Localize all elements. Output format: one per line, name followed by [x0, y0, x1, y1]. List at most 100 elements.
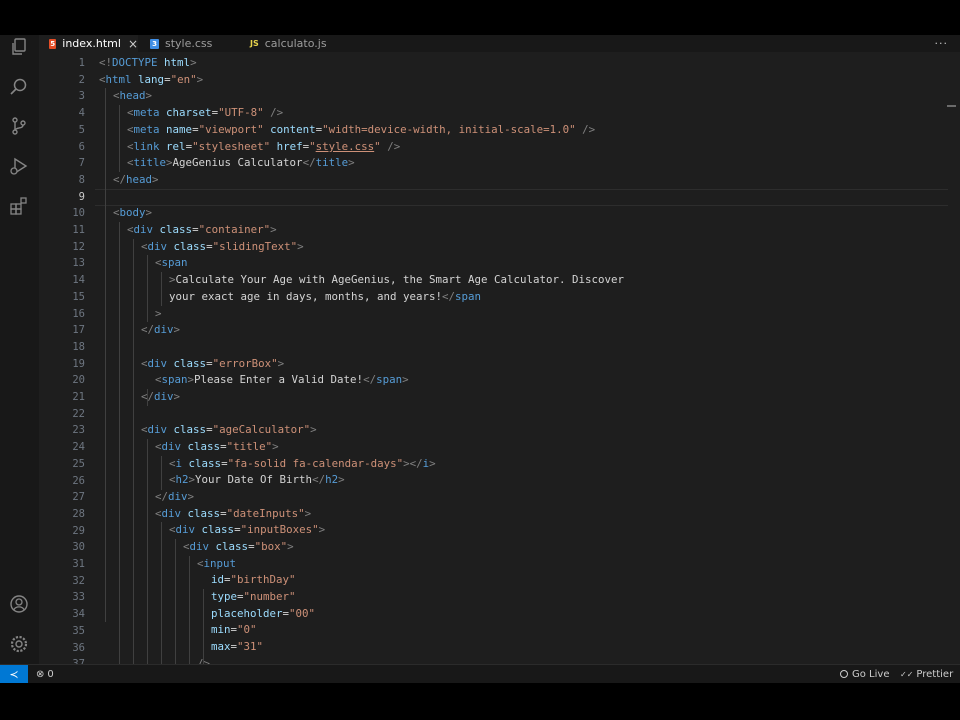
- indent-guide: [147, 255, 148, 322]
- line-number: 23: [72, 424, 85, 437]
- line-number: 32: [72, 574, 85, 587]
- code-line-4[interactable]: <meta charset="UTF-8" />: [127, 105, 283, 122]
- code-line-8[interactable]: </head>: [113, 172, 159, 189]
- code-line-21[interactable]: </div>: [141, 389, 180, 406]
- string: "00": [289, 607, 316, 620]
- close-icon[interactable]: ×: [128, 37, 138, 51]
- tag: div: [175, 523, 196, 536]
- attr: class: [188, 457, 222, 470]
- tab-index-html[interactable]: 5 index.html ×: [39, 35, 138, 52]
- code-line-34[interactable]: placeholder="00": [211, 606, 315, 623]
- code-line-33[interactable]: type="number": [211, 589, 296, 606]
- code-line-23[interactable]: <div class="ageCalculator">: [141, 422, 317, 439]
- remote-indicator-icon[interactable]: ≺: [0, 665, 28, 683]
- string: "UTF-8": [218, 106, 264, 119]
- bracket: >: [287, 540, 294, 553]
- bracket: </: [442, 290, 456, 303]
- code-line-2[interactable]: <html lang="en">: [99, 72, 203, 89]
- code-line-6[interactable]: <link rel="stylesheet" href="style.css" …: [127, 139, 400, 156]
- source-control-icon[interactable]: [9, 116, 29, 136]
- bracket: <!: [99, 56, 113, 69]
- tag: meta: [133, 106, 160, 119]
- string: "birthDay": [230, 573, 296, 586]
- line-number: 9: [78, 190, 85, 203]
- code-line-11[interactable]: <div class="container">: [127, 222, 277, 239]
- scrollbar-marker[interactable]: [947, 105, 956, 107]
- code-line-35[interactable]: min="0": [211, 622, 257, 639]
- code-line-28[interactable]: <div class="dateInputs">: [155, 506, 311, 523]
- code-line-13[interactable]: <span: [155, 255, 188, 272]
- line-number: 29: [72, 524, 85, 537]
- js-file-icon: JS: [250, 39, 259, 48]
- code-line-19[interactable]: <div class="errorBox">: [141, 356, 284, 373]
- string: "en": [170, 73, 197, 86]
- indent-guide: [133, 239, 134, 664]
- code-line-20[interactable]: <span>Please Enter a Valid Date!</span>: [155, 372, 409, 389]
- line-number: 20: [72, 374, 85, 387]
- tag: span: [161, 373, 188, 386]
- bracket: >: [297, 240, 304, 253]
- more-actions-icon[interactable]: ···: [935, 35, 949, 52]
- bracket: />: [380, 140, 401, 153]
- code-line-12[interactable]: <div class="slidingText">: [141, 239, 304, 256]
- line-number: 2: [78, 73, 85, 86]
- code-line-16[interactable]: >: [155, 306, 162, 323]
- line-number: 28: [72, 507, 85, 520]
- code-line-5[interactable]: <meta name="viewport" content="width=dev…: [127, 122, 595, 139]
- line-number: 12: [72, 240, 85, 253]
- code-line-32[interactable]: id="birthDay": [211, 572, 296, 589]
- search-icon[interactable]: [9, 77, 29, 97]
- code-line-26[interactable]: <h2>Your Date Of Birth</h2>: [169, 472, 345, 489]
- tag: div: [147, 240, 168, 253]
- tab-calculato-js[interactable]: JS calculato.js: [236, 35, 340, 52]
- explorer-icon[interactable]: [9, 37, 29, 57]
- code-line-25[interactable]: <i class="fa-solid fa-calendar-days"></i…: [169, 456, 436, 473]
- prettier-button[interactable]: ✓✓ Prettier: [900, 665, 953, 683]
- account-icon[interactable]: [9, 594, 29, 614]
- line-number: 5: [78, 123, 85, 136]
- go-live-button[interactable]: Go Live: [840, 665, 889, 683]
- bracket: >: [145, 206, 153, 219]
- tab-label: calculato.js: [264, 37, 327, 50]
- code-line-27[interactable]: </div>: [155, 489, 194, 506]
- attr: content: [270, 123, 316, 136]
- attr: min: [211, 623, 231, 636]
- tab-style-css[interactable]: 3 style.css: [138, 35, 236, 52]
- code-line-7[interactable]: <title>AgeGenius Calculator</title>: [127, 155, 355, 172]
- css-file-icon: 3: [150, 38, 159, 49]
- settings-icon[interactable]: [9, 634, 29, 654]
- attr: type: [211, 590, 238, 603]
- code-line-36[interactable]: max="31": [211, 639, 263, 656]
- attr: class: [215, 540, 249, 553]
- problems-indicator[interactable]: ⊗ 0: [36, 665, 54, 683]
- bracket: >: [196, 73, 204, 86]
- string: "width=device-width, initial-scale=1.0": [322, 123, 576, 136]
- attr: lang: [138, 73, 165, 86]
- code-line-31[interactable]: <input: [197, 556, 236, 573]
- run-debug-icon[interactable]: [9, 156, 29, 176]
- code-line-17[interactable]: </div>: [141, 322, 180, 339]
- string: "title": [226, 440, 273, 453]
- code-line-24[interactable]: <div class="title">: [155, 439, 279, 456]
- attr: name: [166, 123, 193, 136]
- code-line-30[interactable]: <div class="box">: [183, 539, 294, 556]
- string: "31": [237, 640, 264, 653]
- indent-guide: [147, 439, 148, 664]
- code-line-14[interactable]: >Calculate Your Age with AgeGenius, the …: [169, 272, 624, 289]
- code-line-1[interactable]: <!DOCTYPE html>: [99, 55, 197, 72]
- bracket: >: [173, 390, 181, 403]
- tag: div: [168, 490, 188, 503]
- code-line-10[interactable]: <body>: [113, 205, 152, 222]
- code-line-29[interactable]: <div class="inputBoxes">: [169, 522, 325, 539]
- link-string[interactable]: style.css: [316, 140, 375, 153]
- tag: div: [189, 540, 210, 553]
- string: "0": [237, 623, 257, 636]
- code-editor[interactable]: 1 2 3 4 5 6 7 8 9 10 11 12 13 14 15 16 17 18 19 20 21 22 23 24 2…: [39, 52, 960, 670]
- bracket: </: [302, 156, 316, 169]
- html-file-icon: 5: [49, 38, 57, 49]
- code-line-3[interactable]: <head>: [113, 88, 152, 105]
- tag: div: [147, 357, 168, 370]
- extensions-icon[interactable]: [9, 196, 29, 216]
- vscode-window: 5 index.html × 3 style.css JS calculato.…: [0, 35, 960, 683]
- code-line-15[interactable]: your exact age in days, months, and year…: [169, 289, 481, 306]
